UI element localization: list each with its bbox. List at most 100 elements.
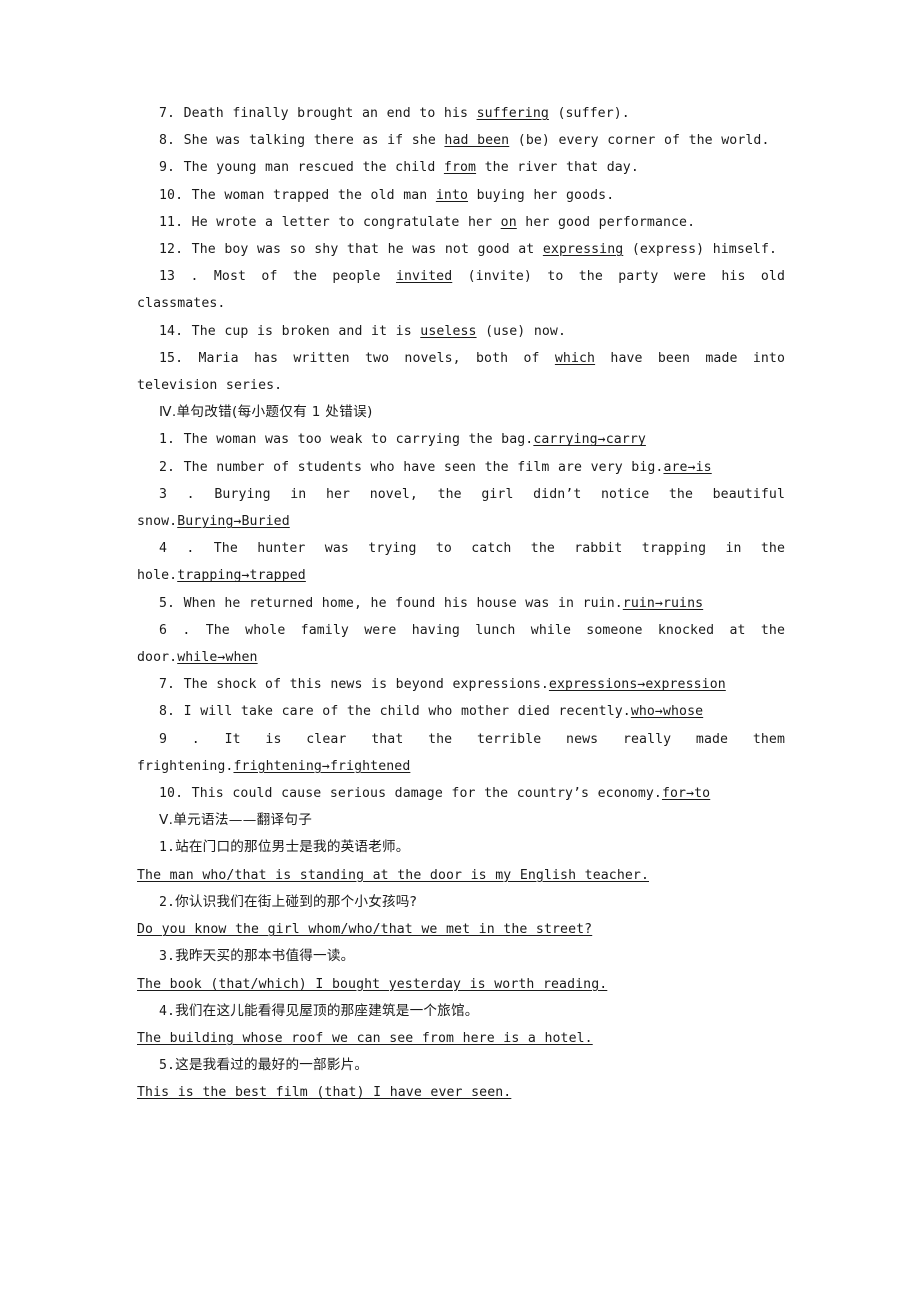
item-sentence: The woman was too weak to carrying the b…: [175, 432, 534, 448]
correction-item: 1. The woman was too weak to carrying th…: [137, 426, 785, 453]
translation-prompt: 4.我们在这儿能看得见屋顶的那座建筑是一个旅馆。: [137, 998, 785, 1025]
item-text-before: She was talking there as if she: [175, 133, 445, 149]
item-number: 4.: [159, 1003, 176, 1019]
item-chinese: 我们在这儿能看得见屋顶的那座建筑是一个旅馆。: [175, 1002, 479, 1019]
item-number: 12.: [159, 242, 184, 258]
item-correction: for→to: [661, 786, 711, 802]
section-iv: Ⅳ.单句改错(每小题仅有 1 处错误) 1. The woman was too…: [137, 399, 785, 807]
item-text-after: (use) now.: [476, 323, 566, 339]
item-text-before: Death finally brought an end to his: [175, 106, 477, 121]
exercise-item: 10. The woman trapped the old man into b…: [137, 182, 785, 209]
item-chinese: 我昨天买的那本书值得一读。: [175, 948, 355, 965]
item-correction: expressions→expression: [548, 677, 726, 693]
translation-answer: The book (that/which) I bought yesterday…: [137, 976, 608, 992]
item-correction: are→is: [663, 459, 712, 475]
exercise-item: 15. Maria has written two novels, both o…: [137, 345, 785, 399]
translation-prompt: 5.这是我看过的最好的一部影片。: [137, 1052, 785, 1079]
item-correction: ruin→ruins: [622, 595, 704, 611]
translation-answer: The man who/that is standing at the door…: [137, 867, 649, 883]
correction-item: 6 . The whole family were having lunch w…: [137, 617, 785, 671]
section-v: Ⅴ.单元语法——翻译句子 1.站在门口的那位男士是我的英语老师。 The man…: [137, 807, 785, 1106]
item-sentence: When he returned home, he found his hous…: [175, 595, 623, 611]
item-text-before: The young man rescued the child: [175, 160, 444, 176]
item-text-before: The boy was so shy that he was not good …: [183, 242, 543, 258]
correction-item: 9 . It is clear that the terrible news r…: [137, 726, 785, 780]
item-text-before: The woman trapped the old man: [183, 187, 436, 203]
item-chinese: 站在门口的那位男士是我的英语老师。: [175, 839, 410, 856]
item-number: 7.: [159, 106, 176, 121]
item-number: 11.: [159, 214, 184, 230]
item-correction: Burying→Buried: [177, 514, 290, 530]
item-number: 8.: [159, 133, 176, 149]
item-number: 3.: [159, 949, 176, 965]
item-correction: trapping→trapped: [177, 568, 306, 584]
item-number: 10.: [159, 187, 184, 203]
item-answer: expressing: [542, 242, 624, 258]
item-correction: carrying→carry: [533, 432, 646, 448]
exercise-item: 8. She was talking there as if she had b…: [137, 127, 785, 154]
item-number: 1.: [159, 432, 176, 448]
translation-prompt: 1.站在门口的那位男士是我的英语老师。: [137, 834, 785, 861]
item-text-before: He wrote a letter to congratulate her: [183, 214, 501, 230]
item-text-after: (suffer).: [548, 106, 630, 121]
item-number: 14.: [159, 323, 184, 339]
correction-item: 8. I will take care of the child who mot…: [137, 698, 785, 725]
correction-item: 5. When he returned home, he found his h…: [137, 590, 785, 617]
item-number: 1.: [159, 840, 176, 856]
item-text-after: her good performance.: [516, 214, 696, 230]
translation-prompt: 2.你认识我们在街上碰到的那个小女孩吗?: [137, 889, 785, 916]
item-number: 5.: [159, 595, 176, 611]
item-text-before: Most of the people: [198, 269, 396, 285]
correction-item: 10. This could cause serious damage for …: [137, 780, 785, 807]
item-number: 15.: [159, 350, 184, 366]
translation-answer: This is the best film (that) I have ever…: [137, 1085, 512, 1101]
item-text-after: (be) every corner of the world.: [509, 133, 770, 149]
item-answer: useless: [420, 323, 477, 339]
item-number: 9.: [159, 160, 176, 176]
exercise-item: 14. The cup is broken and it is useless …: [137, 318, 785, 345]
section-v-heading: Ⅴ.单元语法——翻译句子: [159, 812, 313, 829]
item-sentence: The shock of this news is beyond express…: [175, 677, 549, 693]
item-answer: from: [443, 160, 477, 176]
item-answer: which: [554, 350, 596, 366]
item-answer: suffering: [476, 106, 549, 121]
exercise-item: 7. Death finally brought an end to his s…: [137, 100, 785, 127]
item-sentence: I will take care of the child who mother…: [175, 704, 631, 720]
correction-item: 2. The number of students who have seen …: [137, 454, 785, 481]
correction-item: 4 . The hunter was trying to catch the r…: [137, 535, 785, 589]
item-number: 10.: [159, 786, 184, 802]
item-chinese: 你认识我们在街上碰到的那个小女孩吗?: [175, 893, 418, 910]
item-correction: who→whose: [630, 704, 704, 720]
item-number: 5.: [159, 1058, 176, 1074]
exercise-item: 9. The young man rescued the child from …: [137, 154, 785, 181]
item-number: 7.: [159, 677, 176, 693]
section-iv-heading: Ⅳ.单句改错(每小题仅有 1 处错误): [159, 404, 373, 421]
correction-item: 3 . Burying in her novel, the girl didn’…: [137, 481, 785, 535]
item-answer: into: [435, 187, 469, 203]
translation-answer: Do you know the girl whom/who/that we me…: [137, 922, 593, 938]
item-chinese: 这是我看过的最好的一部影片。: [175, 1057, 369, 1074]
exercise-item: 11. He wrote a letter to congratulate he…: [137, 209, 785, 236]
translation-prompt: 3.我昨天买的那本书值得一读。: [137, 943, 785, 970]
correction-item: 7. The shock of this news is beyond expr…: [137, 671, 785, 698]
item-number: 9 .: [159, 731, 200, 747]
blank-filling-section: 7. Death finally brought an end to his s…: [137, 100, 785, 399]
exercise-item: 12. The boy was so shy that he was not g…: [137, 236, 785, 263]
item-answer: on: [500, 214, 517, 230]
item-text-before: Maria has written two novels, both of: [183, 350, 555, 366]
item-sentence: This could cause serious damage for the …: [183, 786, 662, 802]
exercise-item: 13 . Most of the people invited (invite)…: [137, 263, 785, 317]
item-text-after: the river that day.: [476, 160, 639, 176]
item-correction: frightening→frightened: [233, 758, 411, 774]
item-text-after: buying her goods.: [468, 187, 615, 203]
item-number: 2.: [159, 894, 176, 910]
item-answer: had been: [444, 133, 510, 149]
item-text-before: The cup is broken and it is: [183, 323, 421, 339]
item-text-after: (express) himself.: [623, 242, 778, 258]
item-number: 2.: [159, 459, 176, 475]
item-correction: while→when: [177, 650, 258, 666]
worksheet-page: 7. Death finally brought an end to his s…: [137, 100, 785, 1107]
item-number: 8.: [159, 704, 176, 720]
item-number: 13 .: [159, 269, 199, 285]
translation-answer: The building whose roof we can see from …: [137, 1030, 593, 1046]
